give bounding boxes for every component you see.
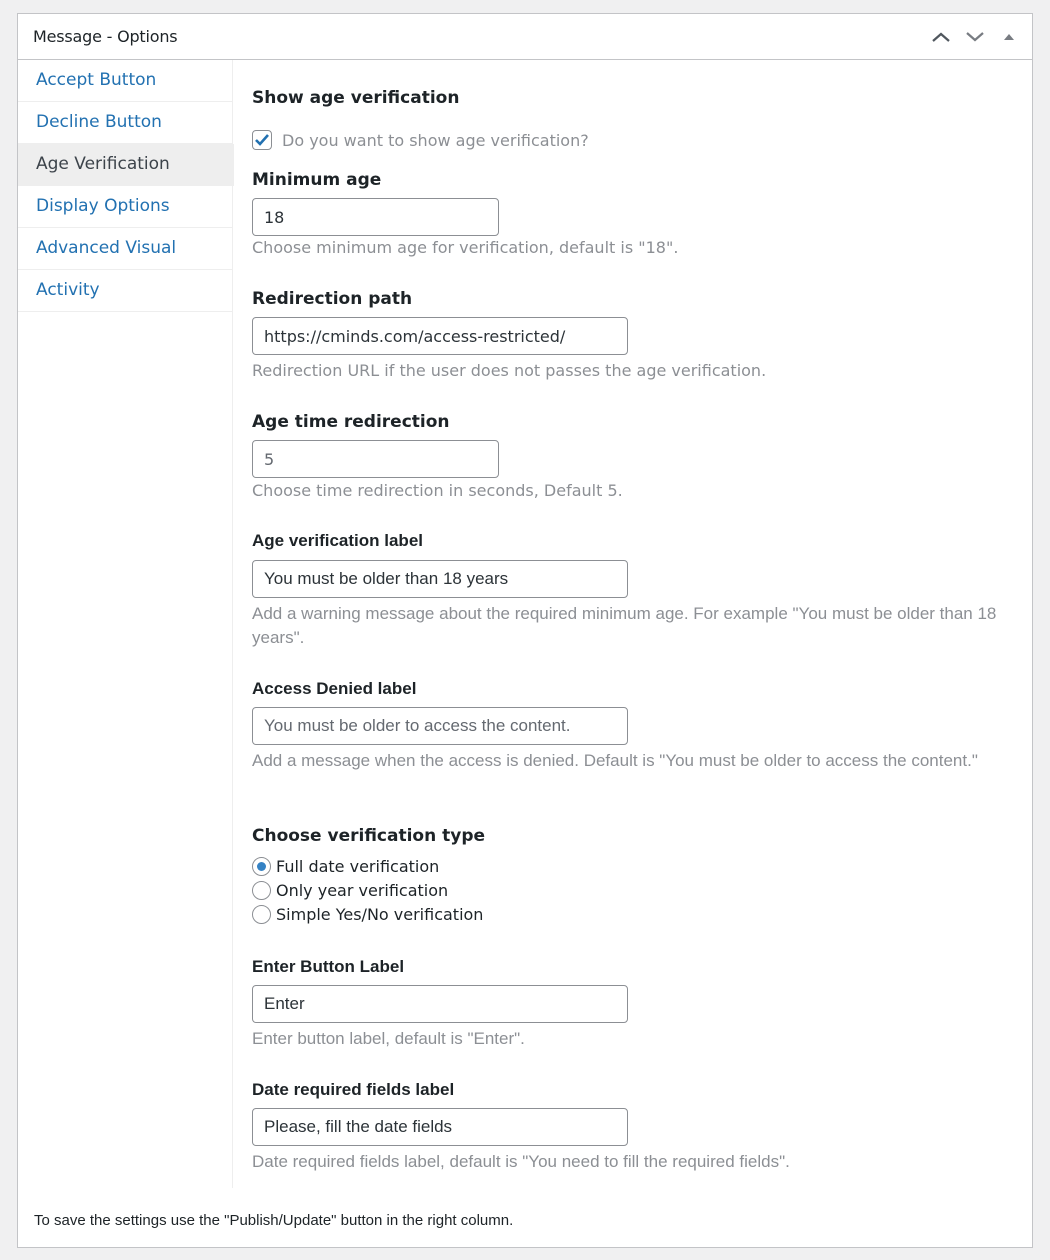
- full-date-radio-label: Full date verification: [276, 857, 440, 876]
- enter-button-label-description: Enter button label, default is "Enter".: [252, 1029, 525, 1048]
- access-denied-label-heading: Access Denied label: [252, 679, 417, 698]
- tab-accept-button[interactable]: Accept Button: [18, 60, 232, 102]
- date-required-label-heading: Date required fields label: [252, 1080, 455, 1099]
- enter-button-label-heading: Enter Button Label: [252, 957, 405, 976]
- checkmark-icon: [255, 134, 269, 146]
- panel-body: Accept Button Decline Button Age Verific…: [18, 60, 1032, 1246]
- age-time-redirection-input[interactable]: [252, 440, 499, 478]
- only-year-radio-label: Only year verification: [276, 881, 449, 900]
- access-denied-label-description: Add a message when the access is denied.…: [252, 751, 978, 770]
- age-verification-label-input[interactable]: [252, 560, 628, 598]
- panel-header: Message - Options: [18, 14, 1032, 60]
- access-denied-label-input[interactable]: [252, 707, 628, 745]
- verification-type-option-full-date: Full date verification: [252, 857, 439, 876]
- date-required-label-description: Date required fields label, default is "…: [252, 1152, 790, 1171]
- panel-handle-actions: [926, 24, 1024, 50]
- only-year-radio[interactable]: [252, 881, 271, 900]
- triangle-up-icon: [1004, 34, 1014, 40]
- toggle-panel-button[interactable]: [994, 24, 1024, 50]
- message-options-panel: Message - Options Accept Button Decline …: [17, 13, 1033, 1248]
- age-verification-label-heading: Age verification label: [252, 531, 423, 550]
- panel-title: Message - Options: [33, 27, 178, 46]
- tab-activity[interactable]: Activity: [18, 270, 232, 312]
- yes-no-radio[interactable]: [252, 905, 271, 924]
- age-verification-label-description: Add a warning message about the required…: [252, 604, 997, 647]
- minimum-age-input[interactable]: [252, 198, 499, 236]
- show-age-verification-row: Do you want to show age verification?: [252, 130, 589, 150]
- tab-decline-button[interactable]: Decline Button: [18, 102, 232, 144]
- redirection-path-label: Redirection path: [252, 289, 413, 309]
- move-down-button[interactable]: [960, 24, 990, 50]
- radio-selected-dot: [257, 862, 266, 871]
- redirection-path-description: Redirection URL if the user does not pas…: [252, 361, 767, 380]
- verification-type-option-yes-no: Simple Yes/No verification: [252, 905, 483, 924]
- date-required-label-input[interactable]: [252, 1108, 628, 1146]
- options-tabs: Accept Button Decline Button Age Verific…: [18, 60, 234, 1188]
- save-settings-note: To save the settings use the "Publish/Up…: [34, 1212, 514, 1229]
- tab-advanced-visual[interactable]: Advanced Visual: [18, 228, 232, 270]
- tab-display-options[interactable]: Display Options: [18, 186, 232, 228]
- show-age-verification-checkbox[interactable]: [252, 130, 272, 150]
- minimum-age-label: Minimum age: [252, 170, 382, 190]
- verification-type-label: Choose verification type: [252, 826, 486, 846]
- chevron-up-icon: [932, 32, 950, 42]
- show-age-verification-checkbox-label: Do you want to show age verification?: [282, 130, 589, 150]
- minimum-age-description: Choose minimum age for verification, def…: [252, 238, 679, 257]
- move-up-button[interactable]: [926, 24, 956, 50]
- yes-no-radio-label: Simple Yes/No verification: [276, 905, 484, 924]
- redirection-path-input[interactable]: [252, 317, 628, 355]
- age-time-redirection-description: Choose time redirection in seconds, Defa…: [252, 481, 623, 500]
- chevron-down-icon: [966, 32, 984, 42]
- enter-button-label-input[interactable]: [252, 985, 628, 1023]
- full-date-radio[interactable]: [252, 857, 271, 876]
- age-time-redirection-label: Age time redirection: [252, 412, 450, 432]
- show-age-verification-label: Show age verification: [252, 88, 460, 108]
- verification-type-option-year: Only year verification: [252, 881, 448, 900]
- tab-age-verification[interactable]: Age Verification: [18, 144, 234, 186]
